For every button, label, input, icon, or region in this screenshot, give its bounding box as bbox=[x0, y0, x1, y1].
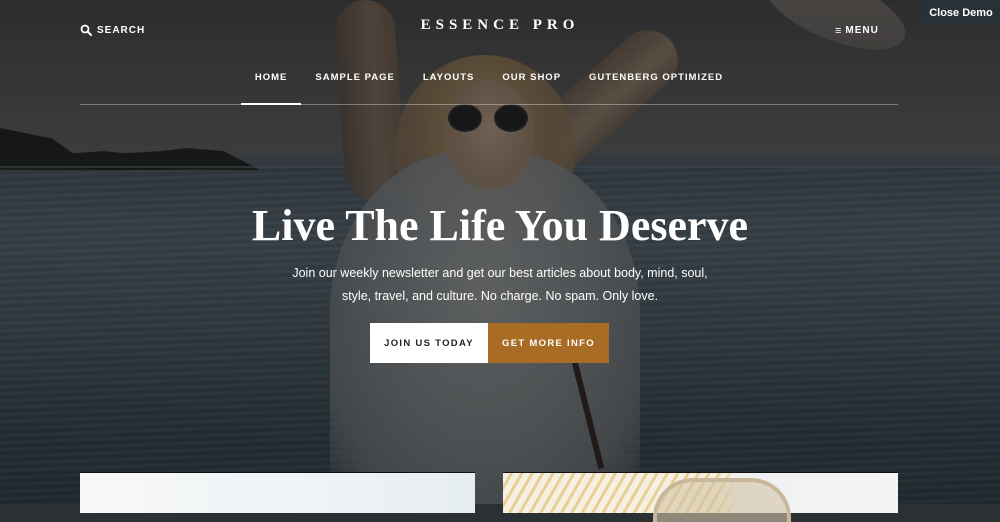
close-demo-button[interactable]: Close Demo bbox=[922, 0, 1000, 25]
hero-title: Live The Life You Deserve bbox=[251, 201, 749, 250]
primary-nav: HOME SAMPLE PAGE LAYOUTS OUR SHOP GUTENB… bbox=[80, 60, 898, 105]
nav-item-our-shop[interactable]: OUR SHOP bbox=[488, 60, 575, 104]
hero-buttons: JOIN US TODAY GET MORE INFO bbox=[370, 323, 609, 363]
hero-description-line-1: Join our weekly newsletter and get our b… bbox=[292, 266, 708, 280]
hero-description-line-2: style, travel, and culture. No charge. N… bbox=[341, 289, 659, 303]
join-us-today-button[interactable]: JOIN US TODAY bbox=[370, 323, 488, 363]
nav-item-gutenberg-optimized[interactable]: GUTENBERG OPTIMIZED bbox=[575, 60, 737, 104]
hamburger-icon: ≡ bbox=[835, 24, 843, 37]
nav-item-home[interactable]: HOME bbox=[240, 60, 302, 105]
hero-description: Join our weekly newsletter and get our b… bbox=[250, 262, 750, 308]
nav-item-sample-page[interactable]: SAMPLE PAGE bbox=[301, 60, 408, 104]
nav-item-layouts[interactable]: LAYOUTS bbox=[409, 60, 489, 104]
featured-card-left[interactable] bbox=[80, 472, 475, 513]
straw-bag-image bbox=[653, 478, 791, 522]
get-more-info-button[interactable]: GET MORE INFO bbox=[488, 323, 609, 363]
menu-label: MENU bbox=[845, 25, 879, 36]
site-header: SEARCH ESSENCE PRO ≡ MENU Close Demo HOM… bbox=[0, 0, 1000, 106]
menu-toggle[interactable]: ≡ MENU bbox=[835, 25, 879, 36]
featured-card-right[interactable] bbox=[503, 472, 898, 522]
